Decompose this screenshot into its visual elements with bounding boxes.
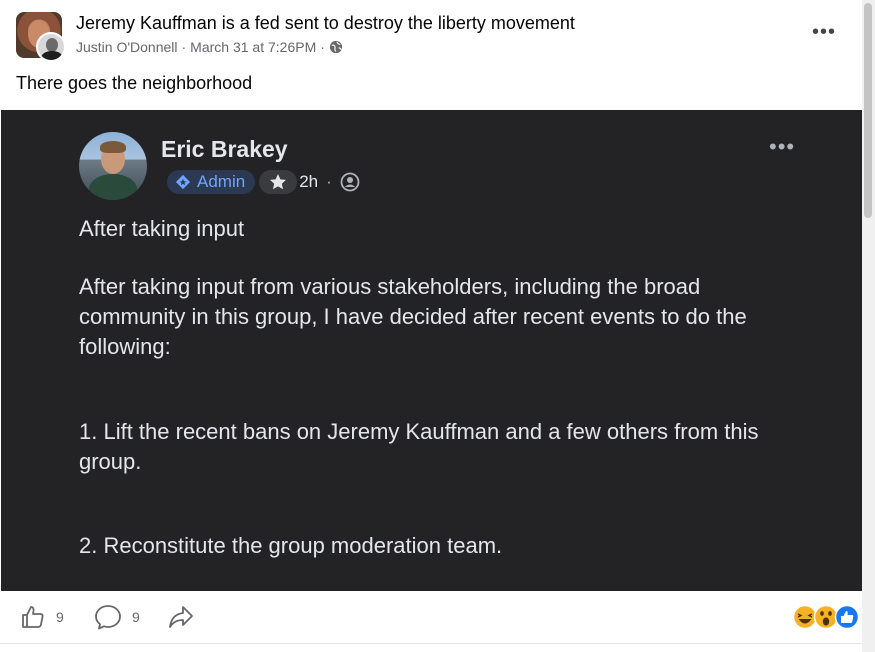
shared-author-name: Eric Brakey bbox=[161, 136, 288, 162]
scrollbar-thumb[interactable] bbox=[864, 3, 872, 218]
shared-paragraph: After taking input from various stakehol… bbox=[79, 274, 747, 359]
wow-icon bbox=[813, 604, 839, 630]
meta-separator: · bbox=[320, 39, 325, 55]
shared-meta-dot: · bbox=[326, 172, 332, 191]
post-timestamp[interactable]: March 31 at 7:26PM bbox=[190, 39, 316, 55]
share-button[interactable] bbox=[168, 604, 194, 630]
admin-badge: Admin bbox=[167, 170, 256, 194]
comment-button[interactable]: 9 bbox=[94, 604, 140, 630]
author-avatar[interactable] bbox=[36, 32, 66, 62]
thumbs-up-icon bbox=[22, 606, 44, 628]
star-icon bbox=[270, 174, 287, 190]
post-meta: Justin O'Donnell · March 31 at 7:26PM · bbox=[76, 39, 343, 55]
shared-paragraph: After taking input bbox=[79, 216, 245, 241]
shared-screenshot-image[interactable]: Eric Brakey Admin 2h · ••• After taking … bbox=[1, 110, 875, 591]
more-options-icon[interactable]: ••• bbox=[812, 22, 836, 42]
comment-count: 9 bbox=[132, 609, 140, 625]
post-action-bar: 9 9 bbox=[0, 592, 862, 642]
admin-diamond-icon bbox=[175, 174, 191, 190]
like-button[interactable]: 9 bbox=[20, 604, 64, 630]
divider bbox=[0, 643, 862, 644]
reactions-summary[interactable] bbox=[792, 604, 860, 630]
shared-more-icon: ••• bbox=[769, 134, 796, 159]
haha-icon bbox=[792, 604, 818, 630]
share-icon bbox=[169, 606, 193, 628]
meta-separator: · bbox=[181, 39, 187, 55]
eric-brakey-avatar bbox=[79, 132, 147, 200]
admin-badge-label: Admin bbox=[197, 172, 246, 191]
shared-paragraph: 1. Lift the recent bans on Jeremy Kauffm… bbox=[79, 419, 759, 474]
group-members-icon bbox=[340, 172, 360, 192]
post-text: There goes the neighborhood bbox=[16, 73, 253, 93]
shared-paragraph: 2. Reconstitute the group moderation tea… bbox=[79, 533, 503, 558]
scrollbar[interactable] bbox=[862, 0, 875, 652]
comment-icon bbox=[95, 605, 121, 630]
shared-post-time: 2h bbox=[299, 172, 319, 191]
star-badge bbox=[259, 170, 298, 194]
globe-icon[interactable] bbox=[329, 40, 343, 54]
like-reaction-icon bbox=[834, 604, 860, 630]
like-count: 9 bbox=[56, 609, 64, 625]
group-title[interactable]: Jeremy Kauffman is a fed sent to destroy… bbox=[76, 13, 575, 34]
shared-author-meta: Admin 2h · bbox=[167, 170, 360, 194]
post-header: Jeremy Kauffman is a fed sent to destroy… bbox=[0, 0, 862, 70]
author-name[interactable]: Justin O'Donnell bbox=[76, 39, 178, 55]
